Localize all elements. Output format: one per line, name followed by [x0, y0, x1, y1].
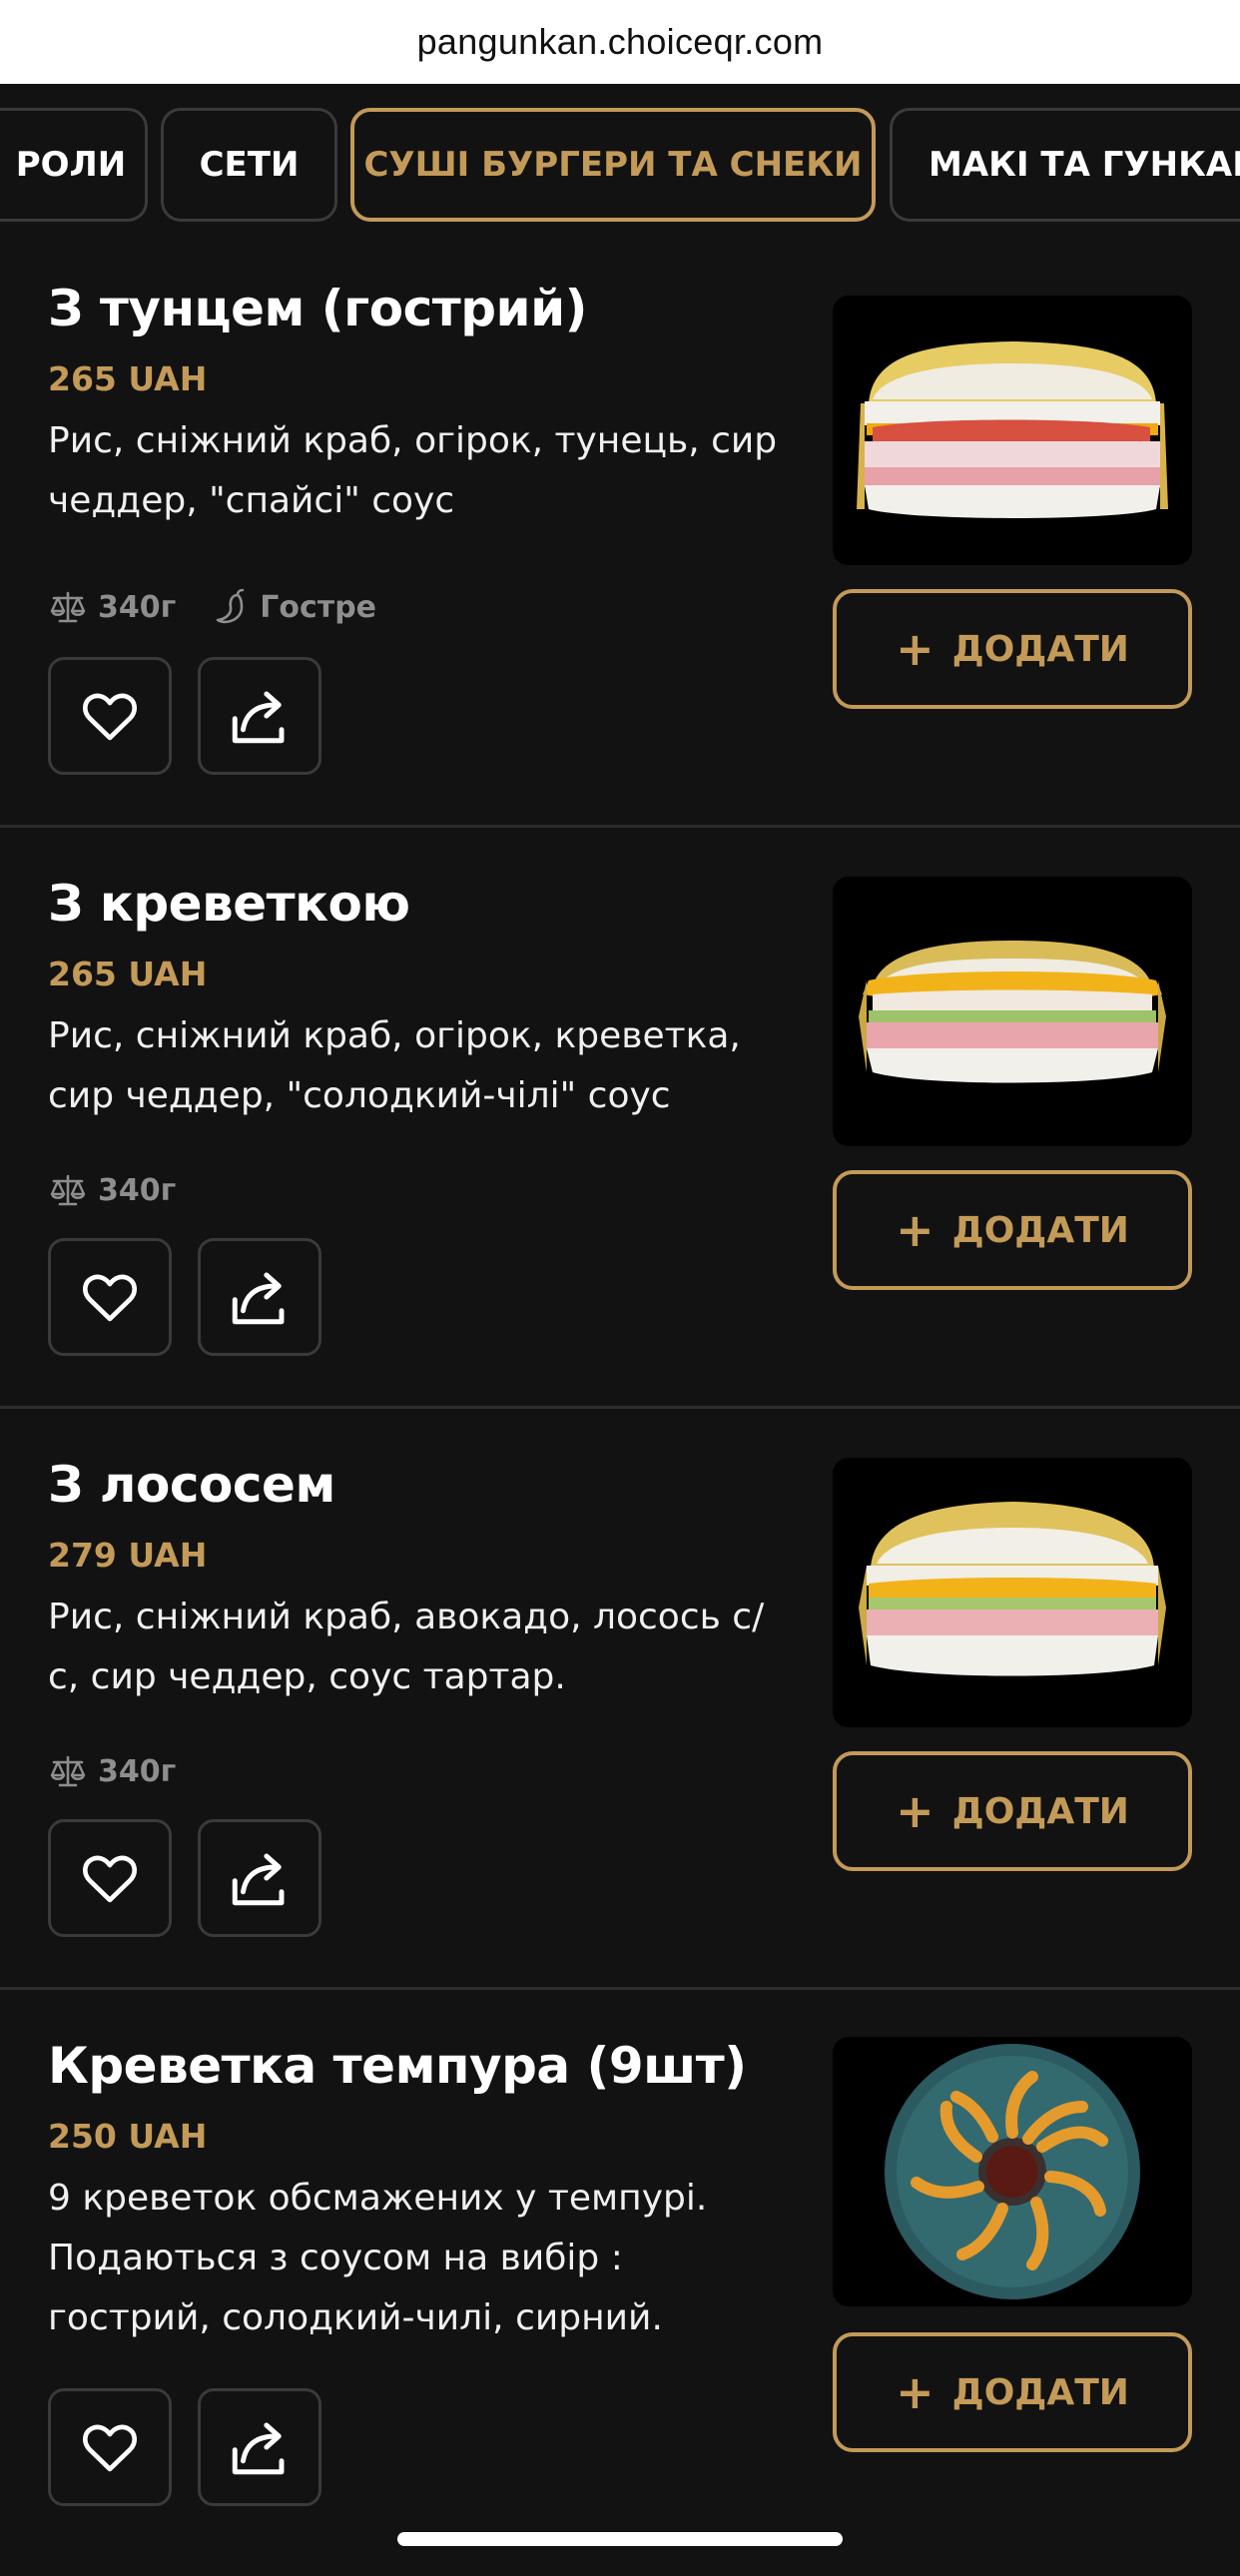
item-meta: 340г Гостре	[48, 587, 410, 627]
sushi-burger-image	[833, 296, 1192, 565]
item-image[interactable]	[833, 1458, 1192, 1727]
share-icon	[227, 1264, 293, 1330]
add-button-label: ДОДАТИ	[951, 1790, 1129, 1832]
item-actions	[48, 1238, 347, 1356]
item-divider	[0, 1406, 1240, 1409]
add-to-cart-button[interactable]: + ДОДАТИ	[833, 1170, 1192, 1290]
item-description: Рис, сніжний краб, авокадо, лосось с/ с,…	[48, 1597, 765, 1697]
item-price: 279 UAH	[48, 1536, 208, 1575]
item-weight: 340г	[98, 1172, 177, 1208]
plus-icon: +	[896, 1784, 934, 1838]
share-icon	[227, 1845, 293, 1911]
url-text[interactable]: pangunkan.choiceqr.com	[417, 21, 824, 63]
plus-icon: +	[896, 1203, 934, 1257]
category-tabs: РОЛИ СЕТИ СУШІ БУРГЕРИ ТА СНЕКИ МАКІ ТА …	[0, 84, 1240, 252]
browser-url-bar[interactable]: pangunkan.choiceqr.com	[0, 0, 1240, 84]
favorite-button[interactable]	[48, 1238, 172, 1356]
plus-icon: +	[896, 622, 934, 676]
heart-icon	[79, 1266, 141, 1328]
chili-icon	[210, 587, 250, 627]
item-weight: 340г	[98, 1753, 177, 1789]
add-button-label: ДОДАТИ	[951, 1209, 1129, 1251]
item-title: З креветкою	[48, 875, 410, 933]
item-actions	[48, 1819, 347, 1937]
item-description: 9 креветок обсмажених у темпурі. Подають…	[48, 2178, 708, 2338]
item-actions	[48, 657, 347, 775]
item-description: Рис, сніжний краб, огірок, креветка, сир…	[48, 1015, 741, 1116]
add-to-cart-button[interactable]: + ДОДАТИ	[833, 1751, 1192, 1871]
sushi-burger-image	[833, 1458, 1192, 1727]
heart-icon	[79, 2416, 141, 2478]
share-button[interactable]	[198, 1238, 321, 1356]
item-image[interactable]	[833, 877, 1192, 1146]
share-icon	[227, 683, 293, 749]
item-actions	[48, 2388, 347, 2506]
item-price: 265 UAH	[48, 359, 208, 398]
share-icon	[227, 2414, 293, 2480]
item-title: Креветка темпура (9шт)	[48, 2037, 747, 2095]
heart-icon	[79, 1847, 141, 1909]
favorite-button[interactable]	[48, 1819, 172, 1937]
item-meta: 340г	[48, 1751, 210, 1791]
tab-sushi-burgers[interactable]: СУШІ БУРГЕРИ ТА СНЕКИ	[350, 108, 876, 222]
scale-icon	[48, 587, 88, 627]
add-to-cart-button[interactable]: + ДОДАТИ	[833, 2332, 1192, 2452]
scale-icon	[48, 1170, 88, 1210]
item-price: 265 UAH	[48, 955, 208, 993]
item-tag-spicy: Гостре	[260, 589, 377, 625]
share-button[interactable]	[198, 2388, 321, 2506]
item-meta: 340г	[48, 1170, 210, 1210]
add-button-label: ДОДАТИ	[951, 628, 1129, 670]
tab-roli[interactable]: РОЛИ	[0, 108, 148, 222]
sushi-burger-image	[833, 877, 1192, 1146]
add-button-label: ДОДАТИ	[951, 2371, 1129, 2413]
tempura-plate-image	[833, 2037, 1192, 2306]
item-price: 250 UAH	[48, 2117, 208, 2156]
scale-icon	[48, 1751, 88, 1791]
item-image[interactable]	[833, 2037, 1192, 2306]
menu-item[interactable]: З креветкою 265 UAH Рис, сніжний краб, о…	[0, 833, 1240, 1414]
item-image[interactable]	[833, 296, 1192, 565]
item-divider	[0, 1987, 1240, 1990]
add-to-cart-button[interactable]: + ДОДАТИ	[833, 589, 1192, 709]
menu-item[interactable]: З лососем 279 UAH Рис, сніжний краб, аво…	[0, 1414, 1240, 1995]
menu-item[interactable]: З тунцем (гострий) 265 UAH Рис, сніжний …	[0, 252, 1240, 833]
item-description: Рис, сніжний краб, огірок, тунець, сир ч…	[48, 420, 778, 521]
item-divider	[0, 825, 1240, 828]
heart-icon	[79, 685, 141, 747]
menu-item[interactable]: Креветка темпура (9шт) 250 UAH 9 кревето…	[0, 1995, 1240, 2554]
tab-maki[interactable]: МАКІ ТА ГУНКАНИ	[890, 108, 1240, 222]
favorite-button[interactable]	[48, 657, 172, 775]
item-weight: 340г	[98, 589, 177, 625]
tab-sety[interactable]: СЕТИ	[161, 108, 337, 222]
home-indicator[interactable]	[397, 2532, 843, 2546]
share-button[interactable]	[198, 1819, 321, 1937]
item-title: З лососем	[48, 1456, 335, 1514]
item-title: З тунцем (гострий)	[48, 280, 587, 337]
favorite-button[interactable]	[48, 2388, 172, 2506]
plus-icon: +	[896, 2365, 934, 2419]
share-button[interactable]	[198, 657, 321, 775]
